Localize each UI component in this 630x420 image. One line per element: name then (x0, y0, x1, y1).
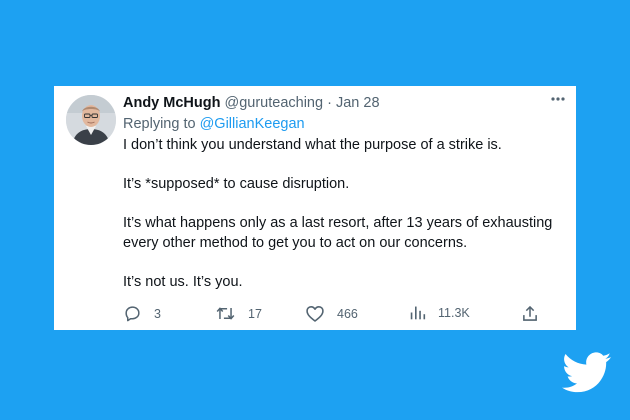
twitter-bird-icon (562, 352, 612, 393)
retweet-count: 17 (248, 306, 262, 321)
replying-to-label: Replying to (123, 116, 196, 132)
replying-to-mention[interactable]: @GillianKeegan (200, 116, 305, 132)
views-button[interactable]: 11.3K (409, 304, 470, 321)
author-handle[interactable]: @guruteaching (225, 95, 324, 111)
avatar[interactable] (66, 95, 116, 145)
tweet-paragraph: It’s *supposed* to cause disruption. (123, 176, 350, 192)
tweet-paragraph: It’s not us. It’s you. (123, 274, 243, 290)
tweet-card[interactable]: Andy McHugh @guruteaching · Jan 28 Reply… (54, 86, 576, 330)
more-icon[interactable] (550, 92, 566, 109)
tweet-date[interactable]: Jan 28 (336, 95, 380, 111)
avatar-image (66, 95, 116, 145)
share-button[interactable] (521, 304, 551, 323)
retweet-button[interactable]: 17 (215, 304, 262, 323)
reply-button[interactable]: 3 (123, 304, 161, 323)
tweet-paragraph: It’s what happens only as a last resort,… (123, 215, 553, 251)
author-name[interactable]: Andy McHugh (123, 95, 220, 111)
tweet-header: Andy McHugh @guruteaching · Jan 28 (123, 94, 380, 112)
share-icon (523, 305, 537, 321)
tweet-text: I don’t think you understand what the pu… (123, 135, 568, 311)
tweet-actions: 3 17 466 11.3K (123, 304, 543, 324)
like-button[interactable]: 466 (305, 304, 358, 323)
retweet-icon (216, 307, 235, 320)
like-icon (306, 306, 324, 322)
tweet-paragraph: I don’t think you understand what the pu… (123, 137, 502, 153)
reply-icon (125, 306, 140, 322)
like-count: 466 (337, 306, 358, 321)
views-count: 11.3K (438, 305, 470, 320)
reply-count: 3 (154, 306, 161, 321)
separator-dot: · (327, 95, 332, 111)
replying-to-line: Replying to @GillianKeegan (123, 115, 305, 133)
views-icon (410, 306, 426, 320)
